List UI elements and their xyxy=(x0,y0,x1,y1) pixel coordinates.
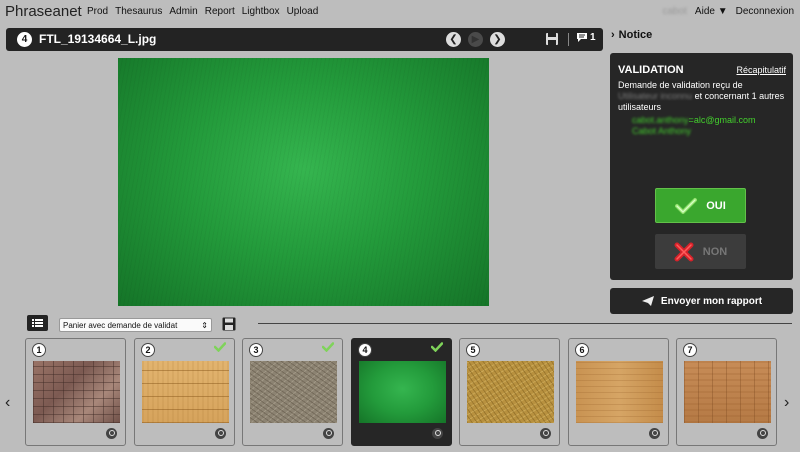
comments-button[interactable]: 1 xyxy=(576,32,596,43)
select-arrow-icon: ⇕ xyxy=(201,320,208,330)
app-logo[interactable]: Phraseanet xyxy=(5,3,82,20)
validation-text-intro: Demande de validation reçu de xyxy=(618,80,743,90)
thumbnail-image[interactable] xyxy=(576,361,663,423)
thumbnail-card[interactable]: 4 xyxy=(351,338,452,446)
next-button[interactable]: ❯ xyxy=(490,32,505,47)
document-index-badge: 4 xyxy=(17,32,32,47)
nav-thesaurus[interactable]: Thesaurus xyxy=(115,6,162,17)
thumbnail-image[interactable] xyxy=(33,361,120,423)
nav-lightbox[interactable]: Lightbox xyxy=(242,6,280,17)
scroll-right-arrow[interactable]: › xyxy=(784,394,789,412)
document-title: FTL_19134664_L.jpg xyxy=(39,32,157,46)
chevron-left-icon: ❮ xyxy=(449,34,458,45)
checkmark-icon xyxy=(431,342,443,352)
nav-upload[interactable]: Upload xyxy=(287,6,319,17)
basket-select[interactable]: Panier avec demande de validat ⇕ xyxy=(59,318,212,332)
participant-list: cabot.anthony=alc@gmail.com Cabot Anthon… xyxy=(632,115,755,137)
participant-name: Cabot Anthony xyxy=(632,126,692,136)
nav-report[interactable]: Report xyxy=(205,6,235,17)
checkmark-icon xyxy=(322,342,334,352)
divider xyxy=(258,323,792,324)
thumbnail-image[interactable] xyxy=(142,361,229,423)
validation-title: VALIDATION xyxy=(618,64,684,76)
checkmark-icon xyxy=(214,342,226,352)
main-menu: Prod Thesaurus Admin Report Lightbox Upl… xyxy=(87,6,318,17)
previous-button[interactable]: ❮ xyxy=(446,32,461,47)
nav-prod[interactable]: Prod xyxy=(87,6,108,17)
thumbnail-card[interactable]: 3 xyxy=(242,338,343,446)
username: cabot xyxy=(662,6,687,17)
play-button[interactable]: ▶ xyxy=(468,32,483,47)
notice-toggle[interactable]: › Notice xyxy=(611,29,652,41)
participant-email-domain: alc@gmail.com xyxy=(693,115,756,125)
scroll-left-arrow[interactable]: ‹ xyxy=(5,394,10,412)
thumbnail-card[interactable]: 6 xyxy=(568,338,669,446)
thumbnail-image[interactable] xyxy=(684,361,771,423)
thumbnail-card[interactable]: 5 xyxy=(459,338,560,446)
thumbnail-number: 7 xyxy=(683,343,697,357)
thumbnail-image[interactable] xyxy=(250,361,337,423)
top-navigation: Phraseanet Prod Thesaurus Admin Report L… xyxy=(0,0,800,24)
thumbnail-card[interactable]: 2 xyxy=(134,338,235,446)
thumbnail-image[interactable] xyxy=(359,361,446,423)
recap-link[interactable]: Récapitulatif xyxy=(736,65,786,75)
thumbnail-number: 2 xyxy=(141,343,155,357)
validation-description: Demande de validation reçu de Utilisateu… xyxy=(618,80,788,113)
list-view-button[interactable] xyxy=(27,315,48,331)
send-report-label: Envoyer mon rapport xyxy=(660,295,763,307)
send-report-button[interactable]: Envoyer mon rapport xyxy=(610,288,793,314)
chevron-right-icon: › xyxy=(611,29,615,41)
magnifier-icon[interactable] xyxy=(215,428,226,439)
thumbnail-number: 5 xyxy=(466,343,480,357)
thumbnail-card[interactable]: 1 xyxy=(25,338,126,446)
image-preview[interactable] xyxy=(118,58,489,306)
list-icon xyxy=(32,319,43,327)
paper-plane-icon xyxy=(641,296,654,306)
thumbnail-number: 6 xyxy=(575,343,589,357)
thumbnail-number: 1 xyxy=(32,343,46,357)
cross-icon xyxy=(674,242,694,261)
document-header: 4 FTL_19134664_L.jpg ❮ ▶ ❯ 1 xyxy=(6,28,603,51)
play-icon: ▶ xyxy=(471,34,480,45)
user-menu: cabot Aide ▼ Deconnexion xyxy=(662,6,794,17)
magnifier-icon[interactable] xyxy=(540,428,551,439)
separator xyxy=(568,33,569,46)
thumbnail-number: 3 xyxy=(249,343,263,357)
magnifier-icon[interactable] xyxy=(323,428,334,439)
approve-label: OUI xyxy=(706,199,726,212)
magnifier-icon[interactable] xyxy=(649,428,660,439)
comment-count: 1 xyxy=(590,32,596,43)
help-menu[interactable]: Aide ▼ xyxy=(695,6,728,17)
thumbnail-image[interactable] xyxy=(467,361,554,423)
thumbnail-number: 4 xyxy=(358,343,372,357)
checkmark-icon xyxy=(675,197,698,214)
magnifier-icon[interactable] xyxy=(106,428,117,439)
validation-panel: VALIDATION Récapitulatif Demande de vali… xyxy=(610,53,793,280)
reject-button[interactable]: NON xyxy=(655,234,746,269)
floppy-disk-icon[interactable] xyxy=(222,317,236,331)
requester-name: Utilisateur inconnu xyxy=(618,91,693,101)
speech-bubble-icon xyxy=(577,33,587,42)
reject-label: NON xyxy=(702,245,728,258)
basket-selected-value: Panier avec demande de validat xyxy=(63,320,178,330)
magnifier-icon[interactable] xyxy=(432,428,443,439)
thumbnail-card[interactable]: 7 xyxy=(676,338,777,446)
nav-admin[interactable]: Admin xyxy=(169,6,197,17)
notice-title: Notice xyxy=(618,29,653,41)
chevron-right-icon: ❯ xyxy=(493,34,502,45)
magnifier-icon[interactable] xyxy=(757,428,768,439)
floppy-disk-icon[interactable] xyxy=(545,32,559,46)
approve-button[interactable]: OUI xyxy=(655,188,746,223)
participant-email-user: cabot.anthony xyxy=(632,115,689,125)
logout-link[interactable]: Deconnexion xyxy=(736,6,794,17)
